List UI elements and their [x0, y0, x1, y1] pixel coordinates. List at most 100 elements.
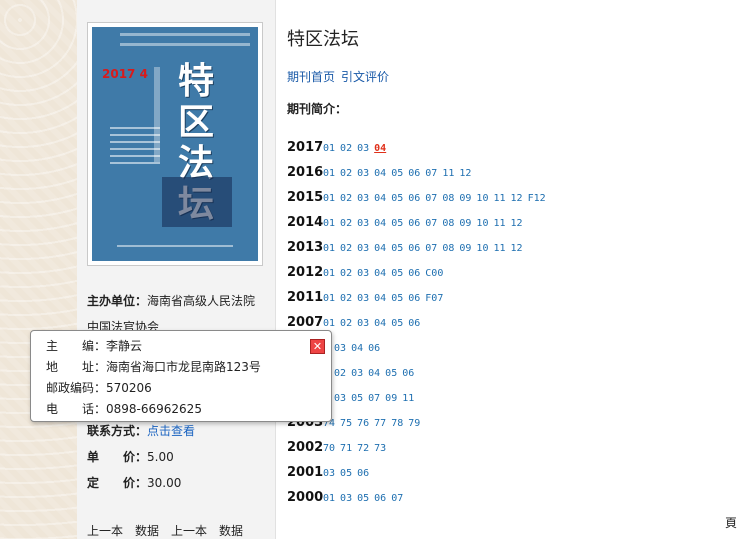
issue-link[interactable]: 02 [340, 293, 352, 304]
issue-link[interactable]: 01 [323, 318, 335, 329]
issue-link[interactable]: 71 [340, 443, 352, 454]
issue-link[interactable]: 06 [408, 268, 420, 279]
issue-link[interactable]: 06 [408, 293, 420, 304]
issue-link[interactable]: 12 [511, 218, 523, 229]
issue-link[interactable]: 03 [340, 493, 352, 504]
issue-link[interactable]: 06 [368, 343, 380, 354]
issue-link[interactable]: 01 [323, 268, 335, 279]
issue-link[interactable]: 06 [357, 468, 369, 479]
issue-link[interactable]: 03 [357, 243, 369, 254]
issue-link[interactable]: 07 [425, 218, 437, 229]
issue-link[interactable]: C00 [425, 268, 443, 279]
issue-link[interactable]: 02 [340, 168, 352, 179]
issue-link[interactable]: 01 [323, 168, 335, 179]
issue-link[interactable]: 03 [357, 293, 369, 304]
issue-link[interactable]: 70 [323, 443, 335, 454]
issue-link[interactable]: 05 [391, 168, 403, 179]
issue-link[interactable]: 05 [340, 468, 352, 479]
issue-link[interactable]: 01 [323, 193, 335, 204]
issue-link[interactable]: 08 [442, 218, 454, 229]
issue-link[interactable]: 11 [493, 218, 505, 229]
issue-link[interactable]: 05 [391, 318, 403, 329]
issue-link[interactable]: 03 [351, 368, 363, 379]
issue-link[interactable]: F12 [528, 193, 546, 204]
issue-link[interactable]: 07 [425, 193, 437, 204]
issue-link[interactable]: 05 [391, 268, 403, 279]
issue-link[interactable]: 05 [357, 493, 369, 504]
issue-link[interactable]: F07 [425, 293, 443, 304]
issue-link[interactable]: 09 [459, 243, 471, 254]
issue-link[interactable]: 06 [374, 493, 386, 504]
journal-cover-image[interactable]: 2017 4 特区法坛 [92, 27, 258, 261]
close-icon[interactable]: ✕ [310, 339, 325, 354]
issue-link[interactable]: 11 [493, 193, 505, 204]
issue-link[interactable]: 02 [340, 268, 352, 279]
issue-link[interactable]: 01 [323, 218, 335, 229]
issue-link[interactable]: 04 [374, 193, 386, 204]
issue-link[interactable]: 07 [425, 168, 437, 179]
issue-link[interactable]: 03 [357, 218, 369, 229]
issue-link[interactable]: 08 [442, 193, 454, 204]
issue-link[interactable]: 11 [493, 243, 505, 254]
issue-link[interactable]: 03 [357, 193, 369, 204]
issue-link[interactable]: 01 [323, 493, 335, 504]
issue-link[interactable]: 10 [476, 218, 488, 229]
issue-link[interactable]: 07 [391, 493, 403, 504]
issue-link[interactable]: 76 [357, 418, 369, 429]
issue-link[interactable]: 10 [476, 193, 488, 204]
issue-link[interactable]: 09 [385, 393, 397, 404]
issue-link[interactable]: 06 [408, 193, 420, 204]
issue-link[interactable]: 05 [385, 368, 397, 379]
issue-link[interactable]: 06 [408, 168, 420, 179]
issue-link[interactable]: 03 [357, 143, 369, 154]
issue-link[interactable]: 03 [357, 168, 369, 179]
issue-link[interactable]: 02 [334, 368, 346, 379]
issue-link[interactable]: 11 [442, 168, 454, 179]
issue-link[interactable]: 05 [351, 393, 363, 404]
issue-link[interactable]: 09 [459, 218, 471, 229]
issue-link[interactable]: 06 [408, 218, 420, 229]
issue-link[interactable]: 04 [374, 293, 386, 304]
issue-link[interactable]: 04 [374, 168, 386, 179]
issue-link[interactable]: 04 [374, 268, 386, 279]
nav-link-home[interactable]: 期刊首页 [287, 70, 335, 84]
issue-link[interactable]: 02 [340, 318, 352, 329]
issue-link[interactable]: 02 [340, 243, 352, 254]
issue-link[interactable]: 73 [374, 443, 386, 454]
issue-link[interactable]: 01 [323, 143, 335, 154]
issue-link[interactable]: 03 [323, 468, 335, 479]
issue-link[interactable]: 03 [334, 343, 346, 354]
issue-link[interactable]: 04 [374, 243, 386, 254]
issue-link[interactable]: 78 [391, 418, 403, 429]
nav-link-citation[interactable]: 引文评价 [341, 70, 389, 84]
issue-link[interactable]: 77 [374, 418, 386, 429]
issue-link[interactable]: 04 [374, 143, 386, 154]
issue-link[interactable]: 04 [374, 218, 386, 229]
issue-link[interactable]: 02 [340, 193, 352, 204]
issue-link[interactable]: 79 [408, 418, 420, 429]
issue-link[interactable]: 03 [357, 268, 369, 279]
issue-link[interactable]: 06 [408, 318, 420, 329]
issue-link[interactable]: 12 [511, 243, 523, 254]
issue-link[interactable]: 11 [402, 393, 414, 404]
issue-link[interactable]: 02 [340, 143, 352, 154]
issue-link[interactable]: 01 [323, 243, 335, 254]
issue-link[interactable]: 75 [340, 418, 352, 429]
issue-link[interactable]: 03 [334, 393, 346, 404]
issue-link[interactable]: 05 [391, 218, 403, 229]
issue-link[interactable]: 12 [459, 168, 471, 179]
issue-link[interactable]: 04 [351, 343, 363, 354]
issue-link[interactable]: 04 [374, 318, 386, 329]
issue-link[interactable]: 05 [391, 193, 403, 204]
issue-link[interactable]: 05 [391, 243, 403, 254]
issue-link[interactable]: 09 [459, 193, 471, 204]
issue-link[interactable]: 07 [425, 243, 437, 254]
issue-link[interactable]: 06 [408, 243, 420, 254]
issue-link[interactable]: 05 [391, 293, 403, 304]
issue-link[interactable]: 02 [340, 218, 352, 229]
issue-link[interactable]: 08 [442, 243, 454, 254]
contact-link[interactable]: 点击查看 [147, 424, 195, 438]
issue-link[interactable]: 01 [323, 293, 335, 304]
issue-link[interactable]: 06 [402, 368, 414, 379]
issue-link[interactable]: 07 [368, 393, 380, 404]
